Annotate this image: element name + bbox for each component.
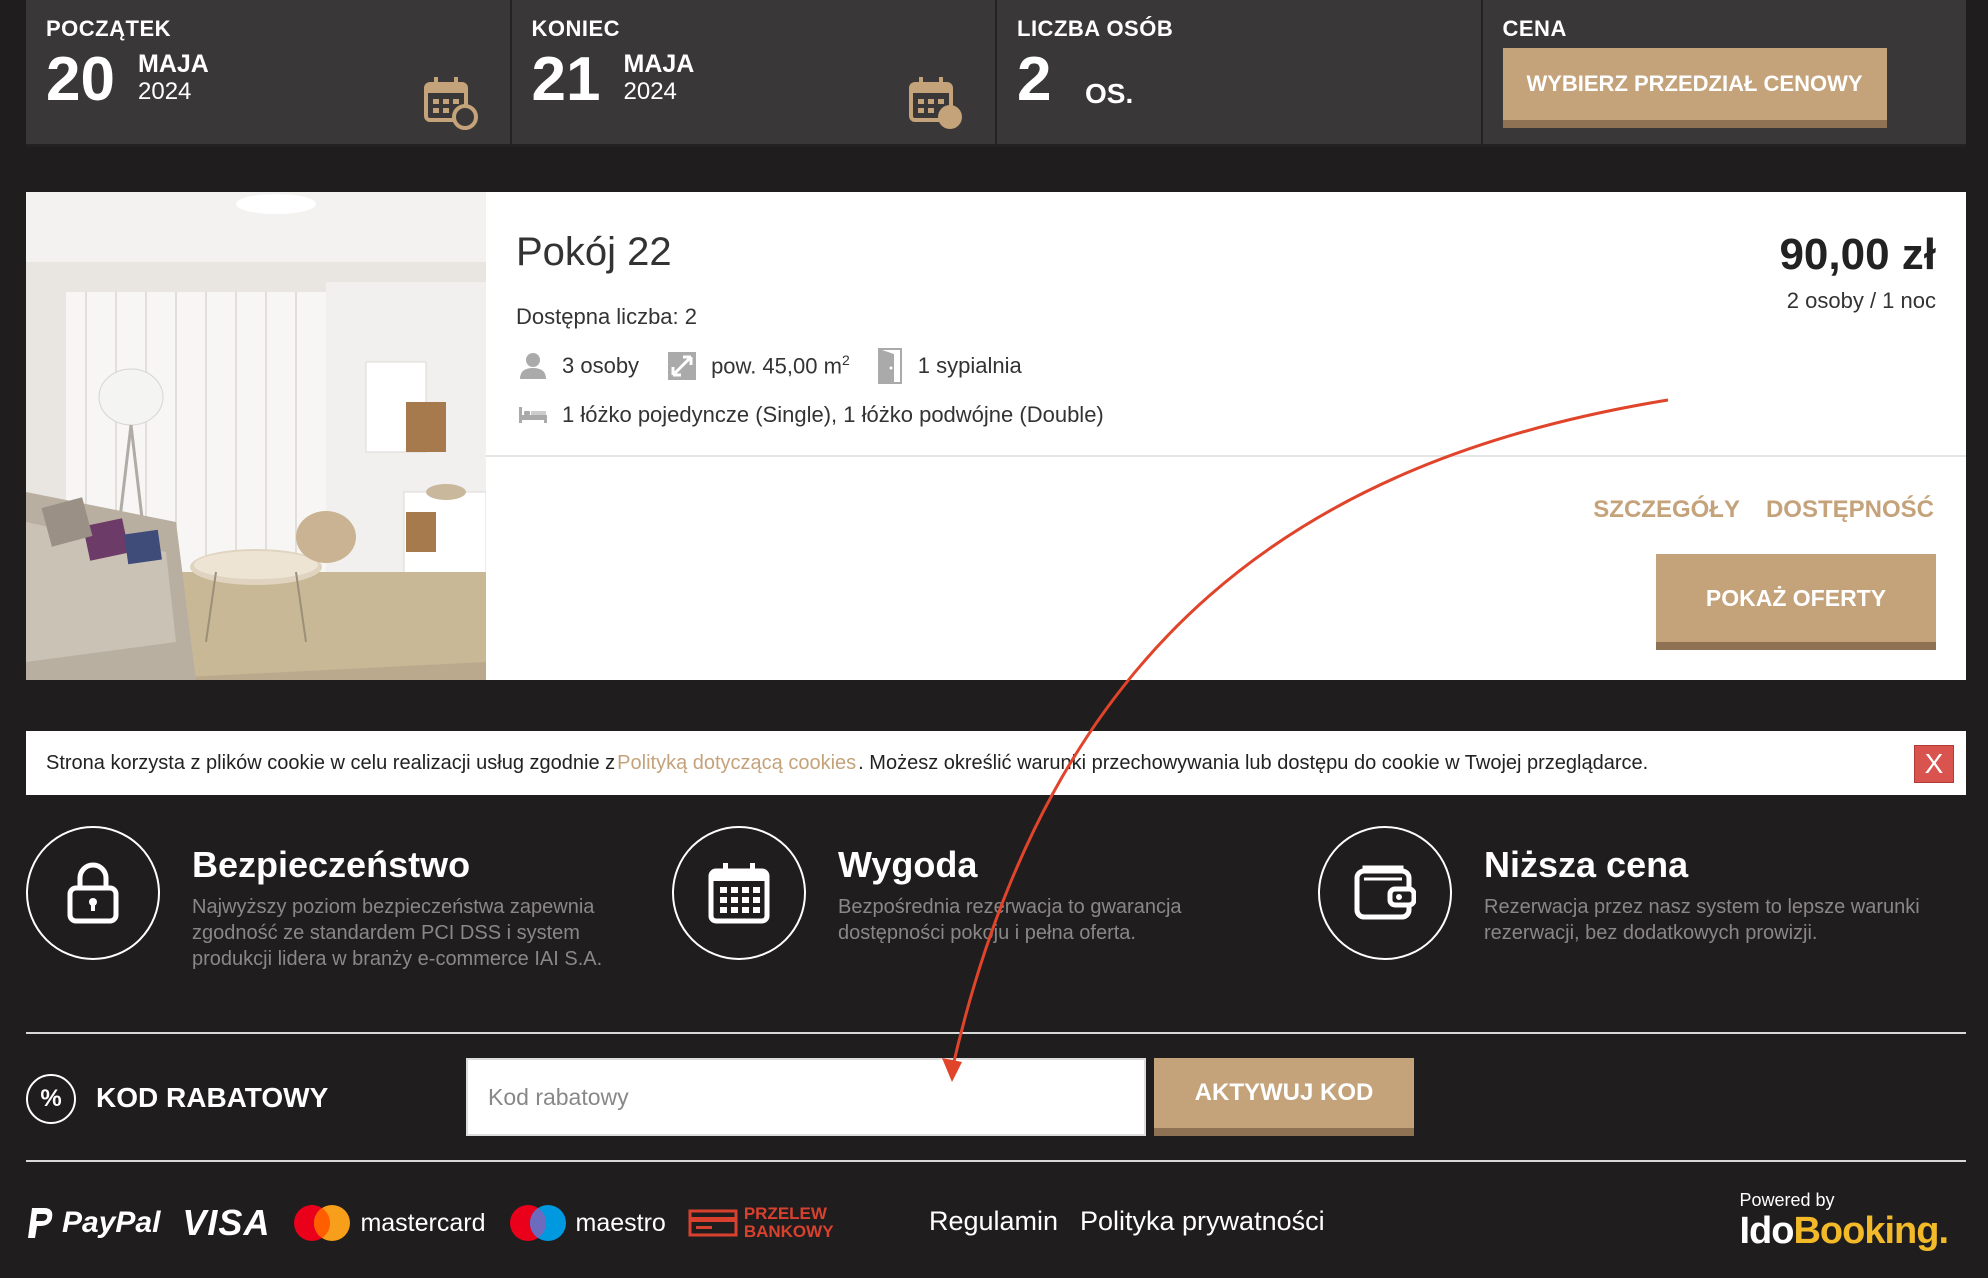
room-features: 3 osoby pow. 45,00 m2 1 sypialnia [518,348,1050,384]
benefit-security-title: Bezpieczeństwo [192,844,471,885]
room-availability: Dostępna liczba: 2 [516,304,697,329]
details-link[interactable]: SZCZEGÓŁY [1593,496,1740,524]
payment-logos: PayPal VISA mastercard maestro PRZELEW B… [26,1196,856,1250]
guests-count: 2 [1017,45,1052,114]
benefit-convenience-text: Wygoda Bezpośrednia rezerwacja to gwaran… [838,826,1288,960]
room-info: Pokój 22 Dostępna liczba: 2 3 osoby pow.… [486,192,1966,680]
benefit-security-text: Bezpieczeństwo Najwyższy poziom bezpiecz… [192,826,642,972]
room-price-basis: 2 osoby / 1 noc [1786,288,1936,313]
room-photo-illustration [26,192,486,680]
paypal-logo: PayPal [26,1206,160,1240]
show-offers-button[interactable]: POKAŻ OFERTY [1656,554,1936,650]
end-day: 21 [531,45,601,114]
visa-logo: VISA [182,1202,270,1244]
discount-code-input[interactable] [466,1058,1146,1136]
search-bar: POCZĄTEK 20 MAJA 2024 KONIEC 21 MAJA 202… [26,0,1966,147]
price-field: CENA WYBIERZ PRZEDZIAŁ CENOWY [1482,0,1966,147]
calendar-icon[interactable] [422,74,480,132]
powered-by[interactable]: Powered by IdoBooking. [1739,1190,1948,1251]
activate-code-button[interactable]: AKTYWUJ KOD [1154,1058,1414,1136]
benefit-lower-price-title: Niższa cena [1484,844,1689,885]
room-beds: 1 łóżko pojedyncze (Single), 1 łóżko pod… [518,402,1104,428]
bed-icon [519,407,547,423]
beds-text: 1 łóżko pojedyncze (Single), 1 łóżko pod… [562,402,1104,427]
benefit-security-circle [26,826,160,960]
privacy-policy-link[interactable]: Polityka prywatności [1080,1206,1325,1237]
room-price: 90,00 zł [1779,230,1936,279]
bank-transfer-logo: PRZELEW BANKOWY [688,1205,834,1241]
person-icon [520,353,546,379]
door-icon [877,348,902,384]
bank-card-icon [688,1209,738,1237]
bedrooms-text: 1 sypialnia [917,353,1022,378]
benefit-lower-price-text: Niższa cena Rezerwacja przez nasz system… [1484,826,1934,960]
benefit-security: Bezpieczeństwo Najwyższy poziom bezpiecz… [26,826,642,972]
cookie-banner: Strona korzysta z plików cookie w celu r… [26,731,1966,795]
bank-transfer-text: PRZELEW BANKOWY [743,1204,834,1241]
room-title[interactable]: Pokój 22 [516,230,672,275]
discount-label: KOD RABATOWY [96,1082,329,1113]
persons-text: 3 osoby [562,353,640,378]
benefit-lower-price: Niższa cena Rezerwacja przez nasz system… [1318,826,1934,960]
end-date-label: KONIEC [531,16,621,41]
cookie-policy-link[interactable]: Polityką dotyczącą cookies [617,752,856,775]
area-text: pow. 45,00 m2 [711,352,850,379]
start-date-label: POCZĄTEK [46,16,171,41]
end-date-field[interactable]: KONIEC 21 MAJA 2024 [511,0,997,147]
benefit-convenience: Wygoda Bezpośrednia rezerwacja to gwaran… [672,826,1288,960]
paypal-text: PayPal [62,1206,161,1239]
maestro-text: maestro [575,1208,666,1237]
end-year: 2024 [623,78,677,105]
price-label: CENA [1502,16,1567,41]
lock-icon [67,862,119,924]
calendar-check-icon[interactable] [907,74,965,132]
end-month: MAJA [623,50,695,78]
powered-by-text: Powered by [1739,1190,1835,1210]
benefit-security-desc: Najwyższy poziom bezpieczeństwa zapewnia… [192,896,603,970]
start-day: 20 [46,45,115,114]
guests-unit: OS. [1085,78,1134,109]
mastercard-text: mastercard [360,1208,486,1237]
availability-link[interactable]: DOSTĘPNOŚĆ [1766,496,1934,524]
room-card: Pokój 22 Dostępna liczba: 2 3 osoby pow.… [26,192,1966,680]
cookie-close-button[interactable]: X [1914,745,1954,783]
area-feature: pow. 45,00 m2 [667,351,850,381]
start-date-field[interactable]: POCZĄTEK 20 MAJA 2024 [26,0,512,147]
calendar-grid-icon [708,863,770,924]
section-divider-top [26,1032,1966,1034]
maestro-icon [509,1205,566,1241]
benefit-lower-price-desc: Rezerwacja przez nasz system to lepsze w… [1484,896,1920,944]
persons-feature: 3 osoby [518,351,639,381]
terms-link[interactable]: Regulamin [929,1206,1058,1237]
expand-area-icon [668,352,697,380]
cookie-text-before: Strona korzysta z plików cookie w celu r… [46,751,616,774]
paypal-icon [28,1208,53,1238]
price-range-button[interactable]: WYBIERZ PRZEDZIAŁ CENOWY [1502,48,1887,128]
benefit-lower-price-circle [1318,826,1452,960]
room-divider [486,455,1966,457]
mastercard-icon [294,1205,351,1241]
room-photo[interactable] [26,192,486,680]
section-divider-bottom [26,1160,1966,1162]
benefit-convenience-desc: Bezpośrednia rezerwacja to gwarancja dos… [838,896,1182,944]
maestro-logo: maestro [508,1204,666,1242]
percent-icon: % [26,1074,76,1124]
visa-text: VISA [182,1202,271,1243]
wallet-icon [1354,865,1416,920]
mastercard-logo: mastercard [292,1204,486,1242]
bedrooms-feature: 1 sypialnia [877,348,1022,384]
benefit-convenience-circle [672,826,806,960]
cookie-text-after: . Możesz określić warunki przechowywania… [858,751,1649,774]
start-year: 2024 [138,78,192,105]
guests-field[interactable]: LICZBA OSÓB 2 OS. [997,0,1483,147]
room-links: SZCZEGÓŁY DOSTĘPNOŚĆ [1567,496,1934,524]
start-month: MAJA [138,50,209,78]
benefit-convenience-title: Wygoda [838,844,978,885]
idobooking-logo: IdoBooking. [1739,1210,1948,1252]
guests-label: LICZBA OSÓB [1017,16,1174,41]
